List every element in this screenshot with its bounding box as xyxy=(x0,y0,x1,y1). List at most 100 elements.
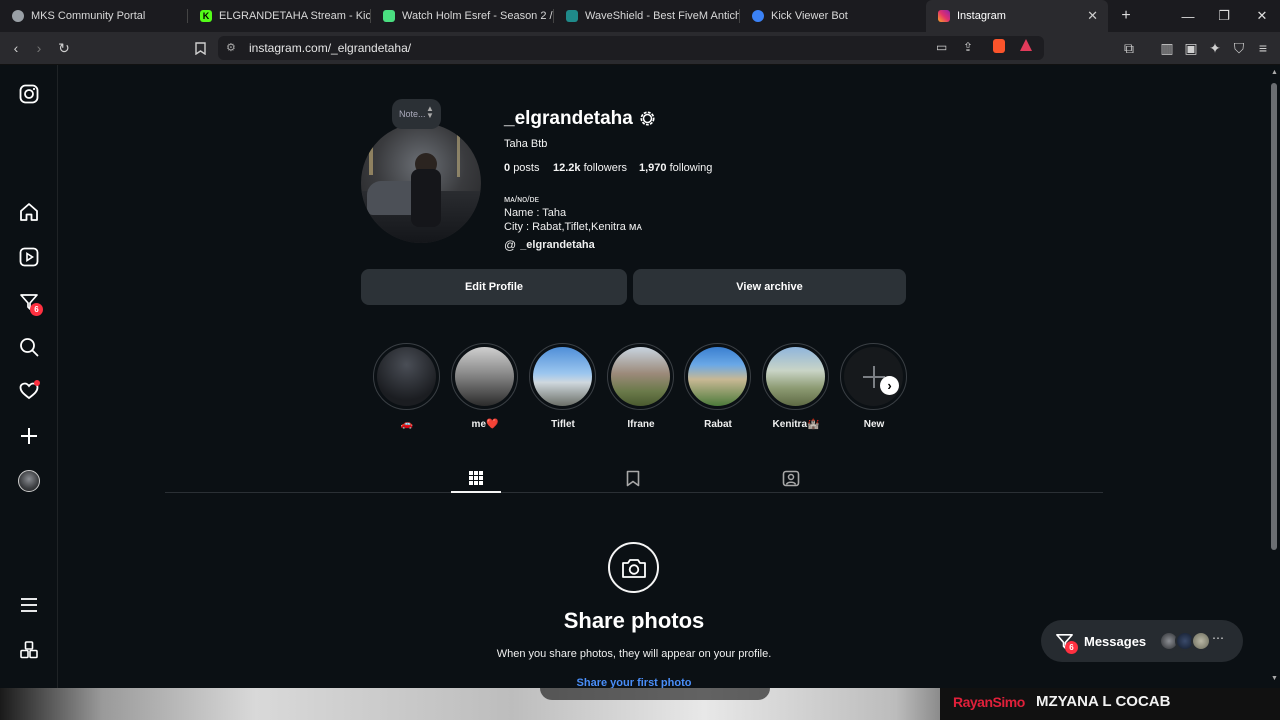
note-text: Note... xyxy=(399,109,426,119)
maximize-icon[interactable]: ❐ xyxy=(1206,0,1242,32)
edit-profile-button[interactable]: Edit Profile xyxy=(361,269,627,305)
highlight-circle[interactable] xyxy=(607,343,674,410)
posts-label: posts xyxy=(513,162,540,174)
tv-icon xyxy=(383,10,395,22)
overlay-name-white: MZYANA L COCAB xyxy=(1036,693,1171,710)
instagram-logo-icon[interactable] xyxy=(17,82,41,106)
highlight-label: New xyxy=(863,419,885,430)
bio-line: Name : Taha xyxy=(504,207,567,219)
search-icon[interactable] xyxy=(17,335,41,359)
notifications-heart-icon[interactable] xyxy=(17,379,41,403)
posts-count: 0 xyxy=(504,162,511,174)
scroll-up-icon[interactable]: ▲ xyxy=(1271,69,1278,76)
instagram-sidebar: 6 xyxy=(0,65,58,688)
messages-pill[interactable]: 6 Messages ⋯ xyxy=(1041,620,1243,662)
site-info-icon[interactable]: ⚙ xyxy=(226,41,236,54)
messages-icon[interactable]: 6 xyxy=(17,290,43,316)
highlight-label: Rabat xyxy=(704,419,732,430)
share-first-photo-link[interactable]: Share your first photo xyxy=(484,677,784,688)
empty-state-subtitle: When you share photos, they will appear … xyxy=(496,648,772,660)
tab-title: Watch Holm Esref - Season 2 / Ep xyxy=(402,10,554,22)
settings-gear-icon[interactable] xyxy=(638,109,657,133)
profile-display-name: Taha Btb xyxy=(504,138,548,150)
followers-stat[interactable]: 12.2k followers xyxy=(553,162,627,174)
reload-icon[interactable]: ↻ xyxy=(55,39,73,57)
bio-line: City : Rabat,Tiflet,Kenitra ᴍᴀ xyxy=(504,221,642,233)
highlight-circle[interactable] xyxy=(684,343,751,410)
following-stat[interactable]: 1,970 following xyxy=(639,162,712,174)
tab-title: MKS Community Portal xyxy=(31,10,146,22)
overlay-name-red: RayanSimo xyxy=(953,694,1025,710)
brave-rewards-icon[interactable] xyxy=(1020,39,1032,51)
wallet-icon[interactable]: ▣ xyxy=(1182,39,1200,57)
close-tab-icon[interactable]: ✕ xyxy=(1087,8,1098,24)
kick-viewer-icon xyxy=(752,10,764,22)
threads-handle: _elgrandetaha xyxy=(520,239,595,251)
activity-dot xyxy=(34,380,40,386)
threads-icon: @ xyxy=(504,238,517,252)
share-icon[interactable]: ⇪ xyxy=(963,40,973,54)
highlight-circle[interactable] xyxy=(451,343,518,410)
highlight-label: me❤️ xyxy=(471,419,499,430)
cast-icon[interactable]: ▭ xyxy=(936,40,947,54)
more-dots-icon: ⋯ xyxy=(1212,631,1224,645)
vpn-icon[interactable]: ⛉ xyxy=(1230,39,1248,57)
forward-icon[interactable]: › xyxy=(30,39,48,57)
highlight-circle[interactable] xyxy=(373,343,440,410)
following-label: following xyxy=(669,162,713,174)
share-first-photo-text: Share your first photo xyxy=(576,677,692,688)
highlight-label: Ifrane xyxy=(627,419,655,430)
also-from-meta-icon[interactable] xyxy=(17,638,41,662)
highlight-circle[interactable] xyxy=(762,343,829,410)
tab-watch-holm[interactable]: Watch Holm Esref - Season 2 / Ep xyxy=(371,0,554,32)
leo-ai-icon[interactable]: ✦ xyxy=(1206,39,1224,57)
back-icon[interactable]: ‹ xyxy=(7,39,25,57)
tab-mks-community[interactable]: MKS Community Portal xyxy=(0,0,188,32)
threads-link[interactable]: @ _elgrandetaha xyxy=(504,238,595,252)
next-highlights-icon[interactable]: › xyxy=(880,376,899,395)
page-scrollbar[interactable]: ▲ ▼ xyxy=(1268,65,1280,688)
tab-instagram[interactable]: Instagram ✕ xyxy=(926,0,1108,32)
highlight-label: 🚗 xyxy=(400,419,414,430)
notification-badge: 6 xyxy=(30,303,43,316)
bookmark-icon[interactable] xyxy=(191,39,209,57)
contact-avatar xyxy=(1191,631,1211,651)
camera-icon xyxy=(608,542,659,593)
new-highlight-button[interactable] xyxy=(840,343,907,410)
tab-kick-viewer-bot[interactable]: Kick Viewer Bot xyxy=(740,0,926,32)
more-menu-icon[interactable] xyxy=(17,593,41,617)
address-bar[interactable]: ⚙ instagram.com/_elgrandetaha/ ▭ ⇪ xyxy=(218,36,1044,60)
messages-badge: 6 xyxy=(1065,641,1078,654)
reels-icon[interactable] xyxy=(17,245,41,269)
view-archive-button[interactable]: View archive xyxy=(633,269,906,305)
empty-state-title: Share photos xyxy=(563,608,705,633)
tab-title: Instagram xyxy=(957,10,1006,22)
profile-avatar[interactable] xyxy=(17,469,41,493)
instagram-icon xyxy=(938,10,950,22)
saved-icon[interactable] xyxy=(608,463,658,493)
tab-waveshield[interactable]: WaveShield - Best FiveM Anticheat xyxy=(554,0,740,32)
close-window-icon[interactable]: ✕ xyxy=(1244,0,1280,32)
highlight-label: Kenitra🏰 xyxy=(772,419,820,430)
scroll-down-icon[interactable]: ▼ xyxy=(1271,675,1278,682)
new-tab-icon[interactable]: + xyxy=(1108,0,1144,32)
sidebar-icon[interactable]: ▥ xyxy=(1158,39,1176,57)
minimize-icon[interactable]: — xyxy=(1170,0,1206,32)
brave-shields-icon[interactable] xyxy=(993,39,1005,53)
screenshot-icon[interactable]: ⧉ xyxy=(1120,39,1138,57)
profile-username: _elgrandetaha xyxy=(504,108,633,129)
tab-kick-stream[interactable]: K ELGRANDETAHA Stream - Kick Da xyxy=(188,0,371,32)
scrollbar-thumb[interactable] xyxy=(1271,83,1277,550)
profile-picture[interactable] xyxy=(361,123,481,243)
create-icon[interactable] xyxy=(17,424,41,448)
followers-count: 12.2k xyxy=(553,162,581,174)
highlight-circle[interactable] xyxy=(529,343,596,410)
home-icon[interactable] xyxy=(17,200,41,224)
tagged-icon[interactable] xyxy=(766,463,816,493)
url-text: instagram.com/_elgrandetaha/ xyxy=(249,41,412,55)
highlight-label: Tiflet xyxy=(551,419,575,430)
note-bubble[interactable]: Note... ▲ ▼ xyxy=(392,99,441,129)
menu-icon[interactable]: ≡ xyxy=(1254,39,1272,57)
globe-icon xyxy=(12,10,24,22)
posts-grid-icon[interactable] xyxy=(451,463,501,493)
